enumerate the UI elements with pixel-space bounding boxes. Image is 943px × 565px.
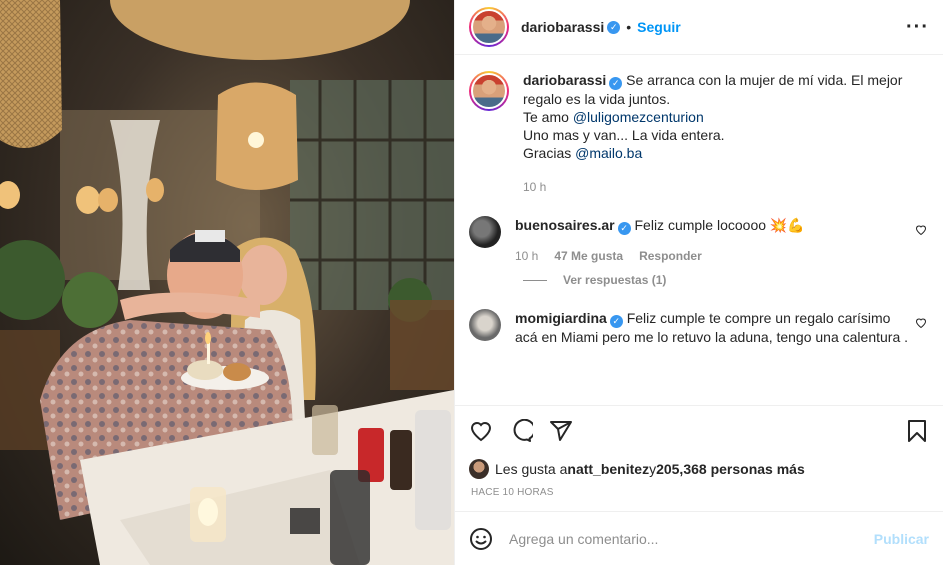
- comment-body: momigiardina ✓ Feliz cumple te compre un …: [515, 309, 910, 346]
- instagram-post-modal: dariobarassi ✓ • Seguir ··· dariobarassi…: [0, 0, 943, 565]
- emoji-smiley-icon[interactable]: [469, 527, 493, 551]
- like-heart-icon[interactable]: [469, 419, 493, 443]
- share-send-icon[interactable]: [549, 419, 573, 443]
- likes-middle: y: [649, 461, 657, 477]
- comment-likes[interactable]: 47 Me gusta: [554, 247, 623, 265]
- view-replies-label: Ver respuestas (1): [563, 273, 667, 287]
- commenter-avatar[interactable]: [469, 309, 501, 341]
- view-replies-button[interactable]: Ver respuestas (1): [523, 273, 929, 287]
- comment-username[interactable]: buenosaires.ar: [515, 217, 615, 233]
- caption-text-3: Uno mas y van... La vida entera.: [523, 127, 725, 143]
- comment-body: buenosaires.ar ✓ Feliz cumple locoooo 💥💪 …: [515, 216, 910, 265]
- mention-link-1[interactable]: @luligomezcenturion: [573, 109, 704, 125]
- verified-badge-icon: ✓: [617, 222, 631, 235]
- comment-text: Feliz cumple locoooo 💥💪: [634, 217, 805, 233]
- more-options-icon[interactable]: ···: [906, 16, 929, 39]
- caption: dariobarassi ✓ Se arranca con la mujer de…: [469, 71, 929, 196]
- comment-item: momigiardina ✓ Feliz cumple te compre un …: [469, 309, 929, 346]
- caption-avatar[interactable]: [469, 71, 509, 111]
- add-comment-bar: Agrega un comentario... Publicar: [455, 511, 943, 565]
- author-avatar[interactable]: [469, 7, 509, 47]
- caption-username[interactable]: dariobarassi: [523, 72, 606, 88]
- save-bookmark-icon[interactable]: [905, 419, 929, 443]
- comment-username[interactable]: momigiardina: [515, 310, 607, 326]
- caption-body: dariobarassi ✓ Se arranca con la mujer de…: [523, 71, 918, 196]
- comment-bubble-icon[interactable]: [509, 418, 533, 443]
- publish-button[interactable]: Publicar: [874, 531, 929, 547]
- liker-username[interactable]: natt_benitez: [567, 461, 649, 477]
- like-comment-heart-icon[interactable]: [915, 224, 927, 236]
- caption-text-4: Gracias: [523, 145, 576, 161]
- verified-badge-icon: ✓: [609, 77, 623, 90]
- caption-time[interactable]: 10 h: [523, 178, 546, 196]
- comment-input[interactable]: Agrega un comentario...: [509, 531, 874, 547]
- post-photo-illustration: [0, 0, 454, 565]
- commenter-avatar[interactable]: [469, 216, 501, 248]
- likes-count[interactable]: 205,368 personas más: [656, 461, 805, 477]
- author-username[interactable]: dariobarassi: [521, 19, 604, 35]
- likes-summary[interactable]: Les gusta a natt_benitez y 205,368 perso…: [455, 455, 943, 483]
- post-timestamp[interactable]: HACE 10 HORAS: [455, 483, 943, 507]
- like-comment-heart-icon[interactable]: [915, 317, 927, 329]
- follow-button[interactable]: Seguir: [637, 19, 681, 35]
- comments-section: dariobarassi ✓ Se arranca con la mujer de…: [455, 55, 943, 405]
- mention-link-2[interactable]: @mailo.ba: [575, 145, 642, 161]
- verified-badge-icon: ✓: [609, 315, 623, 328]
- replies-line: [523, 279, 547, 281]
- comment-item: buenosaires.ar ✓ Feliz cumple locoooo 💥💪 …: [469, 216, 929, 265]
- liker-avatar: [469, 459, 489, 479]
- verified-badge-icon: ✓: [607, 20, 621, 34]
- caption-text-2: Te amo: [523, 109, 573, 125]
- post-actions: [455, 405, 943, 455]
- separator-dot: •: [626, 19, 632, 35]
- comment-time[interactable]: 10 h: [515, 247, 538, 265]
- reply-button[interactable]: Responder: [639, 247, 702, 265]
- post-panel: dariobarassi ✓ • Seguir ··· dariobarassi…: [454, 0, 943, 565]
- post-header: dariobarassi ✓ • Seguir ···: [455, 0, 943, 55]
- likes-prefix: Les gusta a: [495, 461, 568, 477]
- post-photo[interactable]: [0, 0, 454, 565]
